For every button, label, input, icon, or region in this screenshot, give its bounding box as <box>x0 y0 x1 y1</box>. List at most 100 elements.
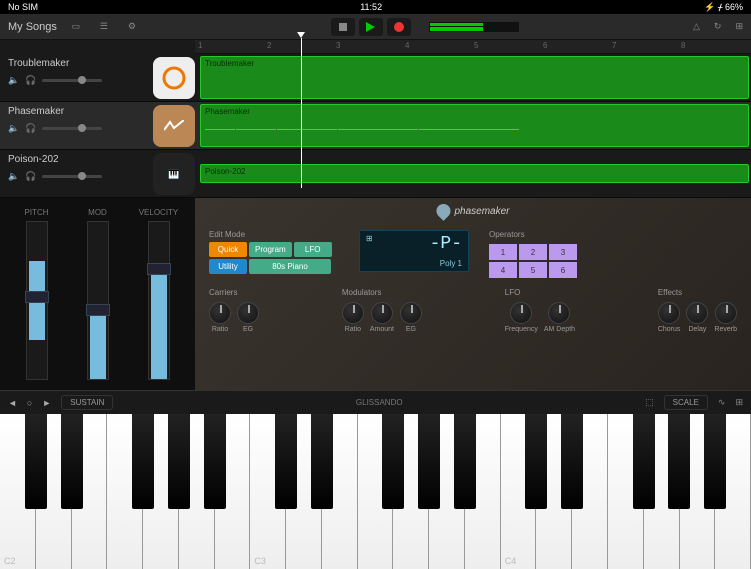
operator-button[interactable]: 3 <box>549 244 577 260</box>
black-key[interactable] <box>25 414 47 509</box>
headphone-icon[interactable]: 🎧 <box>25 75 36 86</box>
eg-knob[interactable] <box>400 302 422 324</box>
pitch-slider[interactable] <box>26 221 48 380</box>
sustain-button[interactable]: SUSTAIN <box>61 395 113 410</box>
scale-button[interactable]: SCALE <box>664 395 708 410</box>
black-key[interactable] <box>382 414 404 509</box>
black-key[interactable] <box>704 414 726 509</box>
edit-lfo-button[interactable]: LFO <box>294 242 332 257</box>
frequency-knob[interactable] <box>510 302 532 324</box>
ratio-knob[interactable] <box>209 302 231 324</box>
black-key[interactable] <box>561 414 583 509</box>
black-key[interactable] <box>418 414 440 509</box>
operator-button[interactable]: 5 <box>519 262 547 278</box>
volume-slider[interactable] <box>42 79 102 82</box>
stop-button[interactable] <box>331 18 355 36</box>
operator-button[interactable]: 6 <box>549 262 577 278</box>
chorus-knob[interactable] <box>658 302 680 324</box>
ratio-knob[interactable] <box>342 302 364 324</box>
browser-icon[interactable]: ▭ <box>67 20 85 34</box>
track-row[interactable]: Phasemaker 🔈 🎧 Phasemaker <box>0 102 751 150</box>
glissando-label[interactable]: GLISSANDO <box>356 398 403 407</box>
edit-quick-button[interactable]: Quick <box>209 242 247 257</box>
octave-down-button[interactable]: ◄ <box>8 398 17 408</box>
amdepth-knob[interactable] <box>548 302 570 324</box>
track-name: Troublemaker <box>8 58 142 69</box>
black-key[interactable] <box>275 414 297 509</box>
operators-label: Operators <box>489 230 577 239</box>
metronome-icon[interactable]: △ <box>693 21 700 32</box>
octave-up-button[interactable]: ► <box>42 398 51 408</box>
operator-button[interactable]: 2 <box>519 244 547 260</box>
black-key[interactable] <box>454 414 476 509</box>
edit-utility-button[interactable]: Utility <box>209 259 247 274</box>
mod-slider[interactable] <box>87 221 109 380</box>
track-name: Phasemaker <box>8 106 142 117</box>
synth-panel: phasemaker Edit Mode Quick Program LFO U… <box>195 198 751 390</box>
octave-indicator: ○ <box>27 398 32 408</box>
mixer-icon[interactable]: ⚙ <box>123 20 141 34</box>
performance-controls: PITCH MOD VELOCITY <box>0 198 195 390</box>
carrier-label: No SIM <box>8 2 38 12</box>
black-key[interactable] <box>525 414 547 509</box>
loop-icon[interactable]: ↻ <box>714 21 722 32</box>
battery-label: ⚡ ᚋ 66% <box>704 2 743 13</box>
keyboard-layout-icon[interactable]: ⬚ <box>645 397 654 408</box>
black-key[interactable] <box>132 414 154 509</box>
lfo-label: LFO <box>505 288 575 297</box>
midi-clip[interactable]: Phasemaker <box>200 104 749 147</box>
mod-label: MOD <box>88 208 107 217</box>
synth-display: ⊞-P- Poly 1 <box>359 230 469 272</box>
reverb-knob[interactable] <box>715 302 737 324</box>
midi-clip[interactable]: Troublemaker <box>200 56 749 99</box>
volume-slider[interactable] <box>42 127 102 130</box>
velocity-label: VELOCITY <box>139 208 179 217</box>
carriers-label: Carriers <box>209 288 259 297</box>
mute-icon[interactable]: 🔈 <box>8 171 19 182</box>
pitch-label: PITCH <box>25 208 49 217</box>
track-row[interactable]: Poison-202 🔈 🎧 🎹 Poison-202 <box>0 150 751 198</box>
black-key[interactable] <box>168 414 190 509</box>
edit-mode-label: Edit Mode <box>209 230 339 239</box>
instrument-icon[interactable] <box>153 57 195 99</box>
volume-slider[interactable] <box>42 175 102 178</box>
mute-icon[interactable]: 🔈 <box>8 123 19 134</box>
headphone-icon[interactable]: 🎧 <box>25 171 36 182</box>
edit-program-button[interactable]: Program <box>249 242 292 257</box>
black-key[interactable] <box>61 414 83 509</box>
black-key[interactable] <box>668 414 690 509</box>
playhead[interactable] <box>301 38 302 188</box>
play-button[interactable] <box>359 18 383 36</box>
timeline-ruler[interactable]: 1 2 3 4 5 6 7 8 <box>195 40 751 54</box>
arpeggiator-icon[interactable]: ∿ <box>718 397 726 408</box>
operator-button[interactable]: 4 <box>489 262 517 278</box>
keyboard-toolbar: ◄ ○ ► SUSTAIN GLISSANDO ⬚ SCALE ∿ ⊞ <box>0 390 751 414</box>
amount-knob[interactable] <box>371 302 393 324</box>
midi-clip[interactable]: Poison-202 <box>200 164 749 183</box>
modulators-label: Modulators <box>342 288 422 297</box>
preset-button[interactable]: 80s Piano <box>249 259 331 274</box>
keyboard-settings-icon[interactable]: ⊞ <box>735 397 743 408</box>
my-songs-button[interactable]: My Songs <box>8 21 57 33</box>
operator-button[interactable]: 1 <box>489 244 517 260</box>
instrument-icon[interactable]: 🎹 <box>153 153 195 195</box>
effects-label: Effects <box>658 288 737 297</box>
black-key[interactable] <box>311 414 333 509</box>
velocity-slider[interactable] <box>148 221 170 380</box>
synth-brand: phasemaker <box>436 204 509 218</box>
track-name: Poison-202 <box>8 154 142 165</box>
delay-knob[interactable] <box>686 302 708 324</box>
mute-icon[interactable]: 🔈 <box>8 75 19 86</box>
toolbar: My Songs ▭ ☰ ⚙ △ ↻ ⊞ <box>0 14 751 40</box>
tracks-view-icon[interactable]: ☰ <box>95 20 113 34</box>
settings-icon[interactable]: ⊞ <box>735 21 743 32</box>
black-key[interactable] <box>204 414 226 509</box>
eg-knob[interactable] <box>237 302 259 324</box>
track-row[interactable]: Troublemaker 🔈 🎧 Troublemaker <box>0 54 751 102</box>
piano-keyboard[interactable]: C2 C3 C4 <box>0 414 751 569</box>
black-key[interactable] <box>633 414 655 509</box>
record-button[interactable] <box>387 18 411 36</box>
headphone-icon[interactable]: 🎧 <box>25 123 36 134</box>
master-level-meter <box>429 22 519 32</box>
instrument-icon[interactable] <box>153 105 195 147</box>
